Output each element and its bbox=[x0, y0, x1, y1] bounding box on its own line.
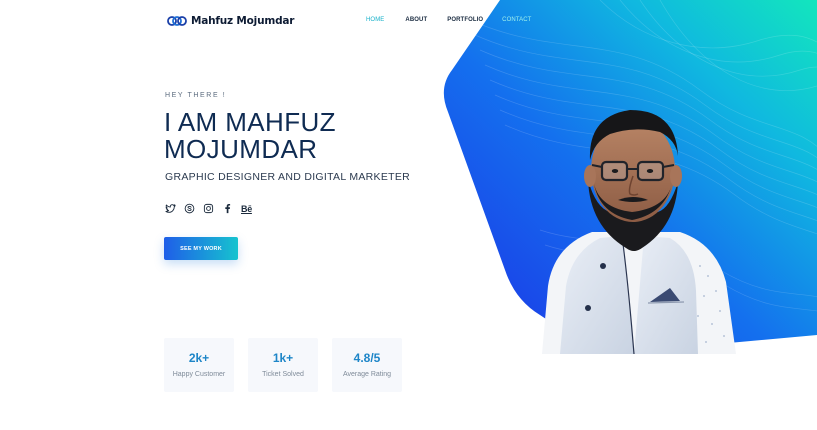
main-nav: HOME ABOUT PORTFOLIO CONTACT bbox=[366, 17, 531, 23]
hero-eyebrow: HEY THERE ! bbox=[165, 92, 227, 99]
stat-label: Average Rating bbox=[342, 371, 392, 378]
nav-about[interactable]: ABOUT bbox=[405, 17, 427, 23]
stat-card-customers: 2k+ Happy Customer bbox=[164, 338, 234, 392]
social-links: Bē bbox=[165, 203, 252, 214]
hero-headline: I AM MAHFUZ MOJUMDAR bbox=[164, 107, 336, 164]
behance-icon[interactable]: Bē bbox=[241, 203, 252, 214]
stat-card-tickets: 1k+ Ticket Solved bbox=[248, 338, 318, 392]
logo-mark-icon bbox=[167, 16, 187, 26]
profile-portrait bbox=[542, 110, 736, 354]
nav-home[interactable]: HOME bbox=[366, 17, 384, 23]
stat-card-rating: 4.8/5 Average Rating bbox=[332, 338, 402, 392]
stat-value: 2k+ bbox=[188, 351, 210, 365]
stat-value: 4.8/5 bbox=[353, 351, 381, 365]
instagram-icon[interactable] bbox=[203, 203, 214, 214]
stat-label: Happy Customer bbox=[172, 371, 226, 378]
stat-label: Ticket Solved bbox=[262, 371, 304, 378]
brand-name: Mahfuz Mojumdar bbox=[191, 15, 295, 27]
stat-value: 1k+ bbox=[272, 351, 294, 365]
hero-subtitle: GRAPHIC DESIGNER AND DIGITAL MARKETER bbox=[165, 171, 411, 183]
skype-icon[interactable] bbox=[184, 203, 195, 214]
nav-portfolio[interactable]: PORTFOLIO bbox=[447, 17, 483, 23]
brand-logo[interactable]: Mahfuz Mojumdar bbox=[167, 14, 294, 28]
nav-contact[interactable]: CONTACT bbox=[502, 17, 531, 23]
see-my-work-button[interactable]: SEE MY WORK bbox=[164, 237, 238, 260]
facebook-icon[interactable] bbox=[222, 203, 233, 214]
twitter-icon[interactable] bbox=[165, 203, 176, 214]
